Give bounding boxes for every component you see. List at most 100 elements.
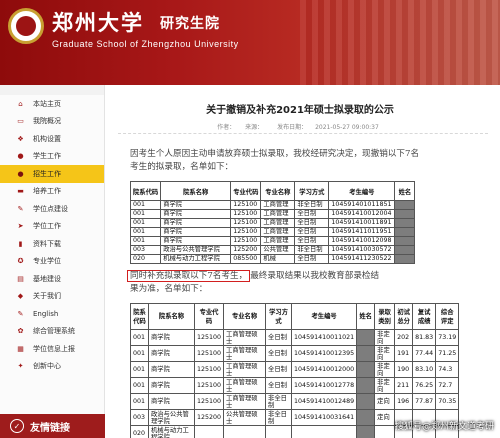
table-cell: 73.19 [435,329,460,346]
sidebar-item-14[interactable]: ▦ 学位信息上报 [0,340,104,358]
sidebar-item-7[interactable]: ➤ 学位工作 [0,218,104,236]
table-cell: 全日制 [294,209,330,219]
header-banner-image [300,0,500,85]
friend-links-button[interactable]: ✓ 友情链接 [0,414,105,438]
sidebar-item-8[interactable]: ▮ 资料下载 [0,235,104,253]
table-cell: 工商管理硕士 [223,361,267,378]
sidebar-item-label: 创新中心 [33,362,61,371]
university-logo[interactable] [8,8,44,44]
table-cell [394,236,416,246]
table-cell: 工商管理硕士 [223,345,267,362]
table-cell: 001 [129,218,162,228]
table-cell: 125100 [230,209,262,219]
table-cell: 125100 [230,200,262,210]
table-cell: 104591410012778 [291,377,358,394]
table-row: 001 商学院 125100 工商管理硕士 全日制 104591410012778 非定向 2… [130,377,460,394]
sidebar-item-6[interactable]: ✎ 学位点建设 [0,200,104,218]
table-header-cell: 学习方式 [294,181,330,201]
table-cell: 工商管理硕士 [223,329,267,346]
sidebar-item-label: 我院概况 [33,117,61,126]
sidebar-item-1[interactable]: ▭ 我院概况 [0,113,104,131]
degree-icon: ➤ [17,222,24,231]
sidebar-item-label: 学位点建设 [33,204,68,213]
table-cell: 工商管理 [260,209,296,219]
table-cell: 商学院 [148,393,195,410]
sidebar-item-12[interactable]: ✎ English [0,305,104,323]
table-cell: 全日制 [265,361,293,378]
table-cell: 全日制 [265,345,293,362]
table-header-cell: 姓名 [394,181,416,201]
sidebar-item-3[interactable]: ● 学生工作 [0,148,104,166]
sidebar-item-label: 本站主页 [33,99,61,108]
table-header-cell: 考生编号 [328,181,396,201]
sidebar-item-15[interactable]: ✦ 创新中心 [0,358,104,376]
title-divider [118,133,488,134]
table-cell [356,409,376,426]
table-cell: 非全日制 [294,200,330,210]
table-cell: 125200 [230,245,262,255]
sidebar-item-label: 培养工作 [33,187,61,196]
table-cell: 工商管理 [260,236,296,246]
table-cell: 72.7 [435,377,460,394]
table-cell: 104591410030572 [328,245,396,255]
table-cell [193,425,225,438]
table-cell: 定向 [374,409,396,426]
table-cell: 全日制 [294,236,330,246]
table-cell: 非全日制 [265,393,293,410]
home-icon: ⌂ [18,99,23,108]
table-cell: 001 [130,377,149,394]
table-header-cell: 院系名称 [148,303,195,330]
table-header-cell: 专业名称 [223,303,267,330]
table-cell [356,393,376,410]
table-cell: 机械 [260,254,296,264]
table-cell: 非全日制 [265,409,293,426]
sidebar-item-0[interactable]: ⌂ 本站主页 [0,95,104,113]
table-cell [394,254,416,264]
table-header-cell: 综合评定 [435,303,460,330]
sidebar-item-11[interactable]: ◆ 关于我们 [0,288,104,306]
admission-icon: ● [17,169,24,178]
report-icon: ▦ [17,344,24,353]
table-cell: 商学院 [160,200,232,210]
table-cell: 商学院 [160,227,232,237]
table-cell: 商学院 [148,377,195,394]
table-cell: 125100 [230,218,262,228]
table-cell: 全日制 [265,377,293,394]
table-cell: 全日制 [294,254,330,264]
friend-links-label: 友情链接 [30,422,70,434]
table-cell: 104591410012098 [328,236,396,246]
sidebar-item-2[interactable]: ❖ 机构设置 [0,130,104,148]
sidebar-item-label: 专业学位 [33,257,61,266]
table-cell: 工商管理 [260,200,296,210]
table-cell: 001 [130,361,149,378]
publish-date: 2021-05-27 09:00:37 [315,124,379,131]
sidebar-item-9[interactable]: ✪ 专业学位 [0,253,104,271]
table-cell [223,425,267,438]
student-icon: ● [17,152,24,161]
sidebar-item-label: 关于我们 [33,292,61,301]
table-cell: 81.83 [412,329,437,346]
table-cell: 商学院 [148,345,195,362]
table-cell: 77.44 [412,345,437,362]
table-cell [394,227,416,237]
table-cell: 020 [130,425,149,438]
sidebar-item-10[interactable]: ▤ 基地建设 [0,270,104,288]
table-header-cell: 学习方式 [265,303,293,330]
table-cell: 020 [129,254,162,264]
table-cell: 001 [129,227,162,237]
school-name-cn: 郑州大学 [52,10,144,35]
table-cell [356,361,376,378]
table-row: 020 机械与动力工程学院 085500 机械 全日制 104591411230522 [129,254,416,264]
table-cell: 001 [130,345,149,362]
sidebar-item-5[interactable]: ▬ 培养工作 [0,183,104,201]
sidebar-nav: ⌂ 本站主页 ▭ 我院概况 ❖ 机构设置 ● 学生工作 ● 招生工作 ▬ 培养工作 ✎ 学位点建设 ➤ 学位工… [0,85,105,438]
org-icon: ❖ [17,134,24,143]
article-title: 关于撤销及补充2021年硕士拟录取的公示 [206,105,394,116]
build-icon: ✎ [17,204,24,213]
sidebar-item-4[interactable]: ● 招生工作 [0,165,104,183]
table-cell [356,329,376,346]
table-cell: 125200 [193,409,225,426]
sidebar-item-13[interactable]: ✿ 综合管理系统 [0,323,104,341]
paragraph-supplement: 同时补充拟录取以下7名考生， 最终录取结果以我校教育部录检结 [127,270,490,283]
table-cell [394,209,416,219]
